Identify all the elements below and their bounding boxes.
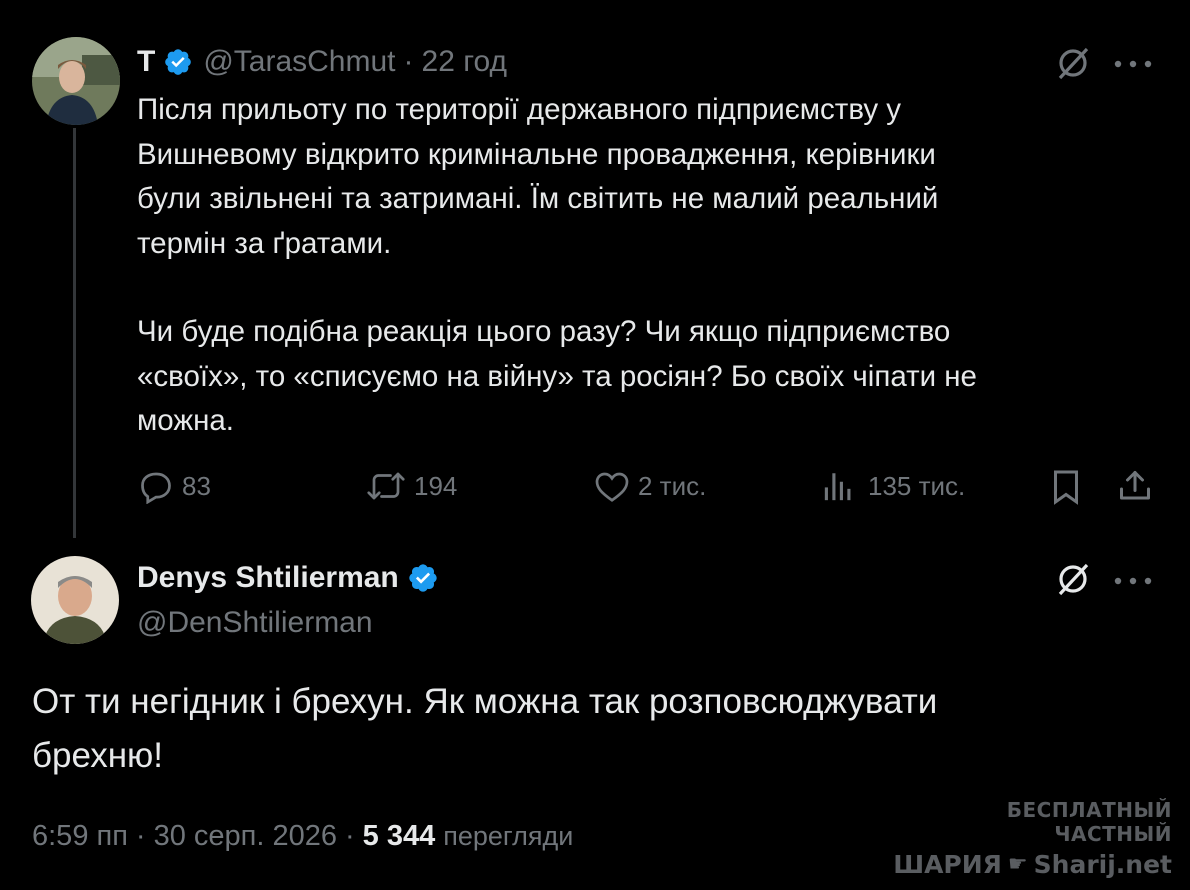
tweet-time[interactable]: 22 год bbox=[422, 45, 508, 79]
reply-author-display-name[interactable]: Denys Shtilierman bbox=[137, 561, 399, 595]
share-icon[interactable] bbox=[1117, 468, 1153, 509]
like-count: 2 тис. bbox=[638, 470, 707, 501]
avatar-denys[interactable] bbox=[31, 556, 119, 644]
reply-count: 83 bbox=[182, 470, 211, 501]
tweet-line: термін за ґратами. bbox=[137, 226, 392, 260]
like-button[interactable]: 2 тис. bbox=[594, 466, 706, 506]
reply-header: Denys Shtilierman bbox=[137, 558, 439, 598]
repost-count: 194 bbox=[414, 470, 458, 501]
watermark-line2-left: ШАРИЯ bbox=[893, 850, 1002, 879]
reply-views-count: 5 344 bbox=[362, 820, 436, 852]
grok-icon[interactable] bbox=[1054, 560, 1092, 603]
repost-icon bbox=[367, 472, 405, 500]
verified-badge-icon bbox=[407, 562, 439, 594]
tweet-line: можна. bbox=[137, 404, 234, 437]
tweet-line: Чи буде подібна реакція цього разу? Чи я… bbox=[137, 315, 951, 348]
watermark-line1: БЕСПЛАТНЫЙ ЧАСТНЫЙ bbox=[1006, 798, 1172, 846]
tweet-line: Вишневому відкрито кримінальне проваджен… bbox=[137, 137, 936, 171]
author-handle[interactable]: @TarasChmut bbox=[203, 45, 395, 79]
meta-separator: · bbox=[135, 820, 146, 852]
header-separator: · bbox=[403, 45, 414, 78]
tweet-line: були звільнені та затримані. Їм світить … bbox=[137, 182, 939, 215]
tweet-line: «своїх», то «списуємо на війну» та росія… bbox=[137, 359, 977, 393]
tweet-header: Т @TarasChmut · 22 год bbox=[137, 42, 507, 82]
reply-button[interactable]: 83 bbox=[138, 466, 211, 506]
reply-line: От ти негідник і брехун. Як можна так ро… bbox=[32, 682, 938, 721]
reply-time[interactable]: 6:59 пп bbox=[32, 816, 128, 856]
meta-separator: · bbox=[345, 820, 355, 852]
reply-author-handle[interactable]: @DenShtilierman bbox=[137, 603, 373, 643]
views-analytics-icon bbox=[824, 473, 851, 501]
reply-date[interactable]: 30 серп. 2026 bbox=[154, 816, 337, 856]
reply-line: брехню! bbox=[32, 736, 164, 775]
watermark-line2-right: Sharij.net bbox=[1033, 850, 1172, 879]
thread-connector-line bbox=[73, 128, 76, 538]
views-button[interactable]: 135 тис. bbox=[822, 466, 965, 506]
reply-views-label: перегляди bbox=[443, 821, 574, 851]
bookmark-icon[interactable] bbox=[1051, 469, 1081, 510]
more-options-icon[interactable] bbox=[1113, 573, 1153, 591]
grok-icon[interactable] bbox=[1054, 44, 1092, 87]
author-display-name[interactable]: Т bbox=[137, 45, 155, 79]
tweet-text: Після прильоту по території державного п… bbox=[137, 88, 1167, 444]
watermark: БЕСПЛАТНЫЙ ЧАСТНЫЙ ШАРИЯ ☛ Sharij.net bbox=[882, 798, 1172, 879]
tweet-line: Після прильоту по території державного п… bbox=[137, 93, 902, 126]
reply-meta: 6:59 пп · 30 серп. 2026 · 5 344 перегляд… bbox=[32, 816, 573, 856]
pointing-hand-icon: ☛ bbox=[1007, 852, 1028, 877]
reply-text: От ти негідник і брехун. Як можна так ро… bbox=[32, 675, 1162, 783]
more-options-icon[interactable] bbox=[1113, 56, 1153, 74]
verified-badge-icon bbox=[163, 47, 193, 77]
views-count: 135 тис. bbox=[868, 470, 966, 501]
repost-button[interactable]: 194 bbox=[366, 466, 457, 506]
avatar-taras[interactable] bbox=[32, 37, 120, 125]
reply-icon bbox=[141, 472, 171, 504]
heart-icon bbox=[595, 472, 629, 502]
